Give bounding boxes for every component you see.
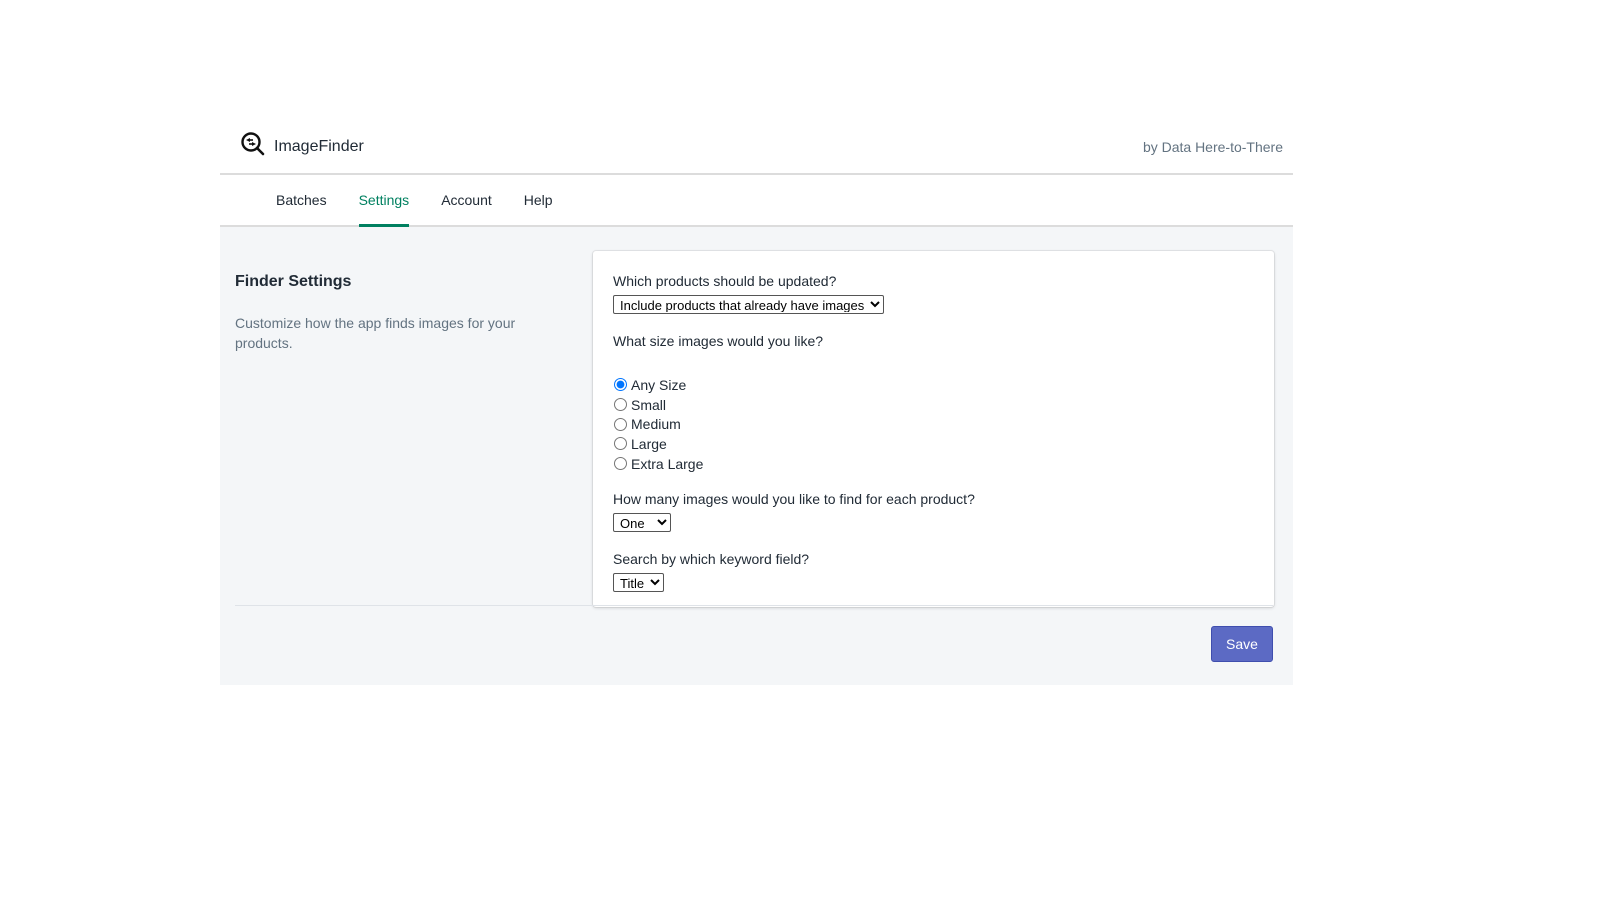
- size-label: Any Size: [631, 376, 687, 393]
- save-button[interactable]: Save: [1211, 626, 1273, 662]
- size-option-any[interactable]: Any Size: [613, 375, 1254, 395]
- app-name: ImageFinder: [274, 137, 364, 155]
- size-radio-group: Any Size Small Medium Large Extra Large: [613, 375, 1254, 473]
- nav-tabs: Batches Settings Account Help: [220, 175, 1293, 227]
- section-annotation: Finder Settings Customize how the app fi…: [235, 273, 535, 353]
- divider: [235, 605, 1273, 606]
- size-radio-medium[interactable]: [614, 417, 627, 431]
- keyword-select[interactable]: Title: [613, 573, 664, 593]
- size-label: Extra Large: [631, 455, 704, 472]
- tab-settings[interactable]: Settings: [343, 175, 426, 227]
- count-question: How many images would you like to find f…: [613, 491, 975, 508]
- products-select[interactable]: Include products that already have image…: [613, 295, 884, 314]
- size-option-medium[interactable]: Medium: [613, 414, 1254, 434]
- size-radio-large[interactable]: [614, 437, 627, 451]
- section-description: Customize how the app finds images for y…: [235, 315, 516, 351]
- count-select[interactable]: One: [613, 513, 671, 533]
- size-question: What size images would you like?: [613, 333, 824, 349]
- byline: by Data Here-to-There: [1142, 138, 1283, 155]
- tab-account[interactable]: Account: [425, 175, 508, 225]
- size-option-large[interactable]: Large: [613, 434, 1254, 454]
- app-container: ImageFinder by Data Here-to-There Batche…: [220, 120, 1293, 685]
- tab-help[interactable]: Help: [508, 175, 569, 225]
- size-radio-any[interactable]: [614, 378, 627, 392]
- settings-card: Which products should be updated? Includ…: [593, 251, 1274, 607]
- brand: ImageFinder: [240, 131, 364, 162]
- products-question: Which products should be updated?: [613, 273, 837, 289]
- tab-batches[interactable]: Batches: [260, 175, 343, 225]
- size-label: Small: [631, 396, 667, 413]
- size-option-extra-large[interactable]: Extra Large: [613, 454, 1254, 474]
- section-title: Finder Settings: [235, 273, 352, 290]
- size-label: Large: [631, 435, 667, 452]
- keyword-question: Search by which keyword field?: [613, 551, 810, 568]
- size-radio-small[interactable]: [614, 398, 627, 412]
- size-label: Medium: [631, 416, 681, 433]
- top-bar: ImageFinder by Data Here-to-There: [220, 120, 1293, 175]
- size-radio-extra-large[interactable]: [614, 457, 627, 471]
- magnifier-arrows-icon: [240, 131, 266, 162]
- main-content: Finder Settings Customize how the app fi…: [220, 227, 1293, 685]
- size-option-small[interactable]: Small: [613, 395, 1254, 415]
